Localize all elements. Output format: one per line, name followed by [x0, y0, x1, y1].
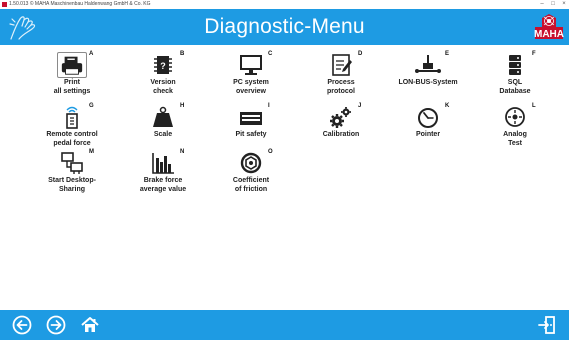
item-letter: O: [268, 149, 273, 155]
item-label: SQL Database: [499, 79, 531, 95]
item-label: LON-BUS-System: [398, 79, 458, 86]
item-letter: B: [180, 51, 185, 57]
item-label: Pit safety: [235, 131, 267, 138]
remote-control-icon: [66, 106, 78, 129]
analog-test-icon: [505, 107, 525, 127]
network-icon: [415, 55, 441, 73]
item-letter: D: [358, 51, 363, 57]
page-title: Diagnostic-Menu: [204, 15, 365, 38]
item-label: Coefficient of friction: [232, 177, 270, 193]
svg-text:?: ?: [160, 61, 166, 71]
item-letter: C: [268, 51, 273, 57]
bar-chart-icon: [152, 153, 174, 174]
printer-icon: [57, 52, 87, 78]
item-letter: I: [268, 103, 270, 109]
maha-logo: MAHA: [534, 14, 564, 40]
monitor-icon: [240, 55, 262, 75]
item-letter: H: [180, 103, 185, 109]
gauge-icon: [418, 108, 438, 128]
forward-icon[interactable]: [46, 315, 66, 335]
version-check-icon: ?: [154, 56, 172, 74]
item-letter: A: [89, 51, 94, 57]
gears-icon: [330, 107, 351, 128]
maximize-button[interactable]: □: [548, 0, 558, 9]
window-title: 1.50.013 © MAHA Maschinenbau Haldenwang …: [9, 1, 151, 7]
item-label: Start Desktop- Sharing: [48, 177, 96, 193]
item-letter: E: [445, 51, 450, 57]
item-label: Process protocol: [327, 79, 355, 95]
exit-icon[interactable]: [537, 315, 557, 335]
item-letter: J: [358, 103, 362, 109]
item-label: PC system overview: [233, 79, 269, 95]
database-icon: [509, 55, 521, 75]
minimize-button[interactable]: –: [537, 0, 547, 9]
logo-text: MAHA: [534, 29, 564, 40]
home-icon[interactable]: [80, 315, 100, 335]
item-letter: L: [532, 103, 536, 109]
item-letter: K: [445, 103, 450, 109]
protocol-icon: [332, 54, 352, 76]
item-letter: M: [89, 149, 94, 155]
close-button[interactable]: ×: [559, 0, 569, 9]
back-icon[interactable]: [12, 315, 32, 335]
item-label: Print all settings: [53, 79, 91, 95]
item-label: Calibration: [322, 131, 360, 138]
item-letter: N: [180, 149, 185, 155]
desktop-sharing-icon: [61, 152, 83, 174]
item-label: Remote control pedal force: [46, 131, 98, 147]
item-label: Brake force average value: [139, 177, 187, 193]
app-icon: [2, 2, 7, 7]
item-label: Scale: [153, 131, 173, 138]
item-letter: F: [532, 51, 536, 57]
item-letter: G: [89, 103, 94, 109]
pit-safety-icon: [240, 112, 262, 125]
friction-icon: [240, 152, 262, 174]
item-label: Pointer: [415, 131, 441, 138]
item-label: Analog Test: [503, 131, 527, 147]
item-label: Version check: [150, 79, 176, 95]
weight-icon: [153, 106, 173, 127]
